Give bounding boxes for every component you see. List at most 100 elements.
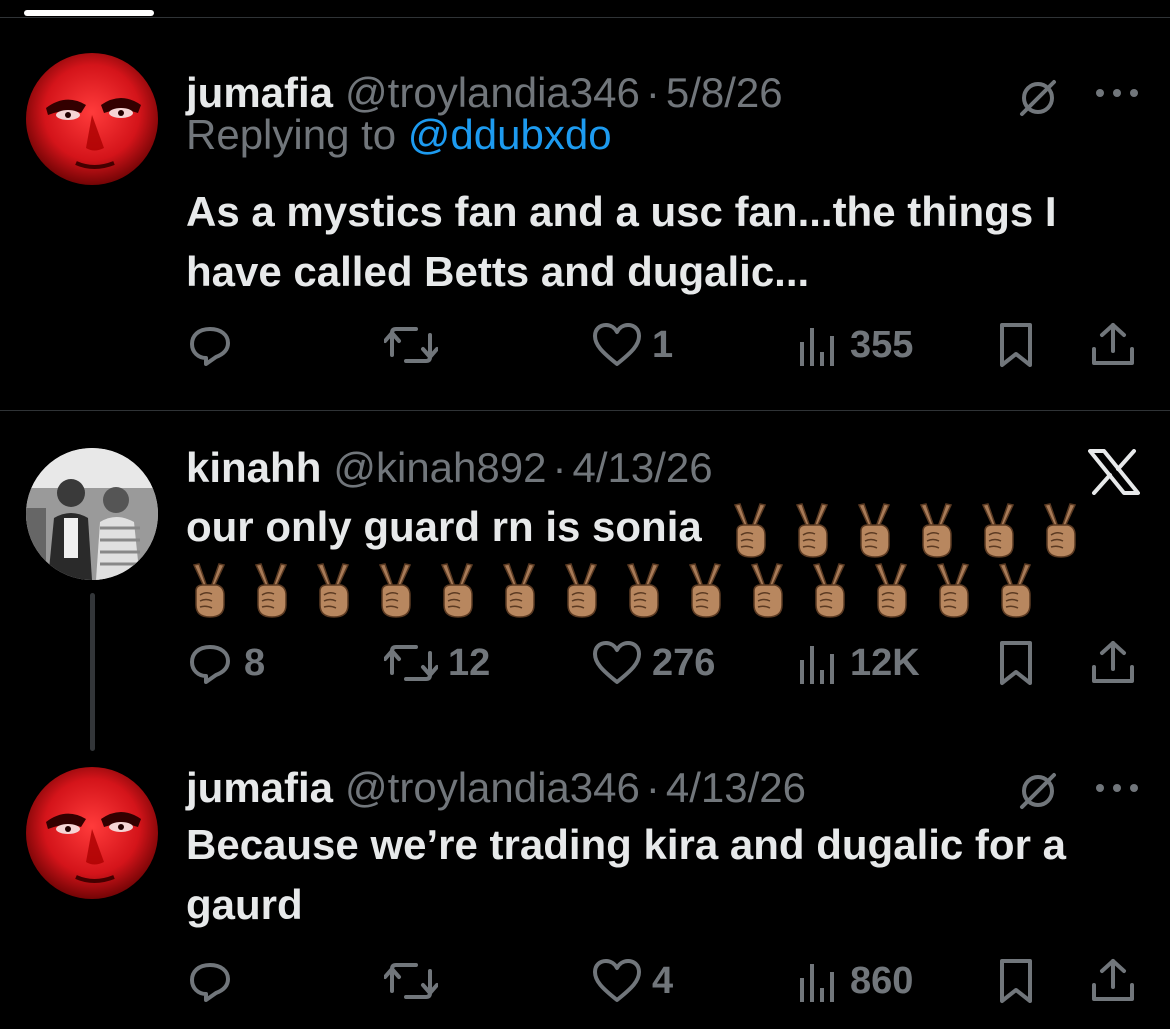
analytics-icon xyxy=(800,964,834,1002)
user-handle[interactable]: @kinah892 xyxy=(333,443,546,493)
retweet-icon xyxy=(384,963,438,999)
tweet-2[interactable]: kinahh @kinah892 · 4/13/26 our only guar… xyxy=(0,411,1170,751)
victory-hand-emoji xyxy=(248,561,294,619)
victory-hand-emoji xyxy=(310,561,356,619)
emoji-group xyxy=(727,501,1099,559)
victory-hand-emoji xyxy=(727,501,773,559)
like-button[interactable]: 4 xyxy=(592,951,673,1011)
reply-button[interactable]: 8 xyxy=(186,633,265,693)
emoji-group xyxy=(186,561,1146,619)
tweet-header: jumafia @troylandia346 · 4/13/26 xyxy=(186,763,806,813)
tweet-date[interactable]: 4/13/26 xyxy=(572,443,712,493)
timeline: jumafia @troylandia346 · 5/8/26 Replying… xyxy=(0,0,1170,1029)
victory-hand-emoji xyxy=(558,561,604,619)
bookmark-icon xyxy=(1000,959,1032,1003)
action-bar: 8 12 276 12K xyxy=(0,633,1170,693)
share-icon xyxy=(1092,323,1134,365)
tweet-3[interactable]: jumafia @troylandia346 · 4/13/26 Because… xyxy=(0,751,1170,1029)
grok-icon[interactable] xyxy=(1016,769,1060,818)
share-button[interactable] xyxy=(1090,633,1136,693)
reply-count: 8 xyxy=(244,641,266,684)
mention-link[interactable]: @ddubxdo xyxy=(408,111,612,158)
bookmark-icon xyxy=(1000,641,1032,685)
retweet-button[interactable] xyxy=(384,315,448,375)
heart-icon xyxy=(593,641,641,684)
avatar[interactable] xyxy=(26,53,158,185)
tweet-text-block: our only guard rn is sonia xyxy=(186,497,1146,619)
grok-icon[interactable] xyxy=(1016,76,1060,125)
display-name[interactable]: kinahh xyxy=(186,443,321,493)
more-options-icon[interactable] xyxy=(1094,781,1140,799)
victory-hand-emoji xyxy=(975,501,1021,559)
tweet-date[interactable]: 5/8/26 xyxy=(666,68,783,118)
like-button[interactable]: 276 xyxy=(592,633,715,693)
victory-hand-emoji xyxy=(186,561,232,619)
reply-icon xyxy=(190,327,230,366)
more-options-icon[interactable] xyxy=(1094,86,1140,104)
separator-dot: · xyxy=(645,764,660,811)
reply-icon xyxy=(190,645,230,684)
views-button[interactable]: 860 xyxy=(796,951,913,1011)
tweet-1[interactable]: jumafia @troylandia346 · 5/8/26 Replying… xyxy=(0,18,1170,410)
victory-hand-emoji xyxy=(851,501,897,559)
action-bar: 4 860 xyxy=(0,951,1170,1011)
share-button[interactable] xyxy=(1090,951,1136,1011)
bookmark-button[interactable] xyxy=(996,315,1036,375)
bookmark-button[interactable] xyxy=(996,633,1036,693)
views-button[interactable]: 355 xyxy=(796,315,913,375)
reply-button[interactable] xyxy=(186,315,244,375)
retweet-count: 12 xyxy=(448,641,491,684)
action-bar: 1 355 xyxy=(0,315,1170,375)
view-count: 12K xyxy=(850,641,920,684)
share-icon xyxy=(1092,959,1134,1001)
retweet-icon xyxy=(384,645,438,681)
victory-hand-emoji xyxy=(930,561,976,619)
share-button[interactable] xyxy=(1090,315,1136,375)
tweet-date[interactable]: 4/13/26 xyxy=(666,763,806,813)
scroll-indicator xyxy=(24,10,154,16)
separator-dot: · xyxy=(552,444,567,491)
retweet-button[interactable]: 12 xyxy=(384,633,490,693)
views-button[interactable]: 12K xyxy=(796,633,920,693)
tweet-text: our only guard rn is sonia xyxy=(186,503,702,550)
victory-hand-emoji xyxy=(1037,501,1083,559)
victory-hand-emoji xyxy=(868,561,914,619)
victory-hand-emoji xyxy=(434,561,480,619)
avatar[interactable] xyxy=(26,767,158,899)
replying-to: Replying to @ddubxdo xyxy=(186,110,612,160)
avatar[interactable] xyxy=(26,448,158,580)
analytics-icon xyxy=(800,328,834,366)
victory-hand-emoji xyxy=(913,501,959,559)
victory-hand-emoji xyxy=(992,561,1038,619)
victory-hand-emoji xyxy=(744,561,790,619)
heart-icon xyxy=(593,959,641,1002)
tweet-text: Because we’re trading kira and dugalic f… xyxy=(186,821,1066,928)
like-count: 1 xyxy=(652,323,674,366)
victory-hand-emoji xyxy=(620,561,666,619)
like-count: 276 xyxy=(652,641,716,684)
like-button[interactable]: 1 xyxy=(592,315,673,375)
victory-hand-emoji xyxy=(789,501,835,559)
analytics-icon xyxy=(800,646,834,684)
tweet-header: kinahh @kinah892 · 4/13/26 xyxy=(186,443,713,493)
victory-hand-emoji xyxy=(806,561,852,619)
reply-button[interactable] xyxy=(186,951,244,1011)
view-count: 355 xyxy=(850,323,914,366)
separator-dot: · xyxy=(645,69,660,116)
tweet-text: As a mystics fan and a usc fan...the thi… xyxy=(186,188,1057,295)
bookmark-icon xyxy=(1000,323,1032,367)
victory-hand-emoji xyxy=(372,561,418,619)
retweet-button[interactable] xyxy=(384,951,448,1011)
like-count: 4 xyxy=(652,959,674,1002)
share-icon xyxy=(1092,641,1134,683)
replying-label: Replying to xyxy=(186,111,397,158)
reply-icon xyxy=(190,963,230,1002)
view-count: 860 xyxy=(850,959,914,1002)
display-name[interactable]: jumafia xyxy=(186,763,333,813)
user-handle[interactable]: @troylandia346 xyxy=(345,763,640,813)
retweet-icon xyxy=(384,327,438,363)
bookmark-button[interactable] xyxy=(996,951,1036,1011)
victory-hand-emoji xyxy=(682,561,728,619)
heart-icon xyxy=(593,323,641,366)
victory-hand-emoji xyxy=(496,561,542,619)
